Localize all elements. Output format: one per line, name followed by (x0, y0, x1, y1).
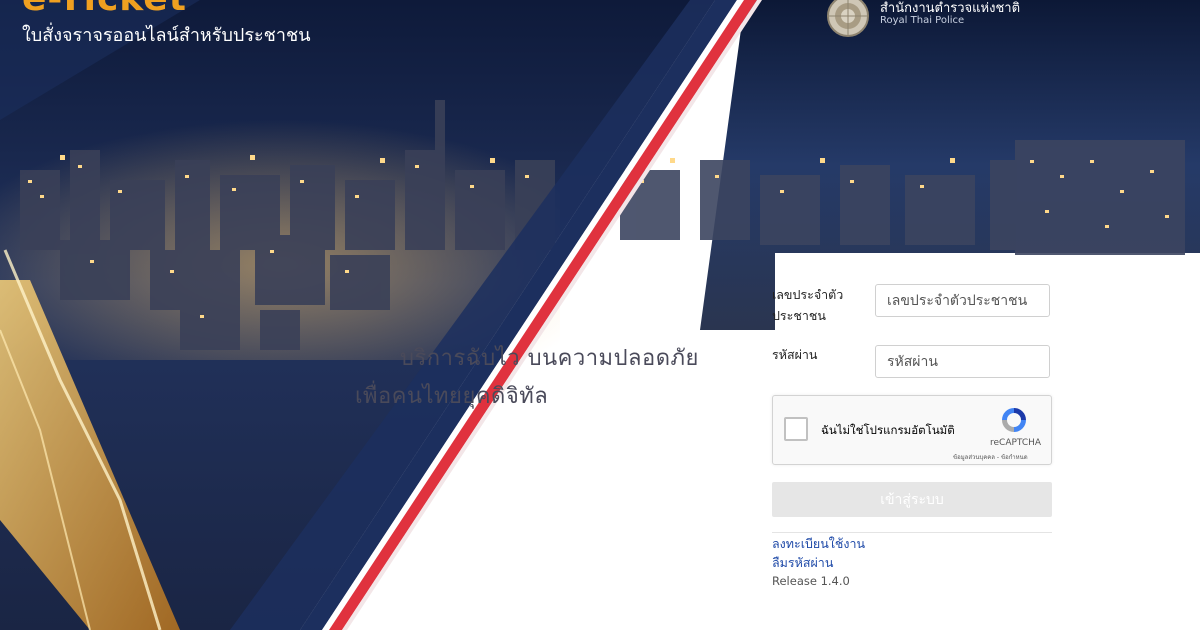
brand-title: e-Ticket (22, 0, 187, 19)
brand-subtitle: ใบสั่งจราจรออนไลน์สำหรับประชาชน (22, 25, 311, 46)
recaptcha-label: ฉันไม่ใช่โปรแกรมอัตโนมัติ (821, 423, 955, 437)
slogan-line-2: เพื่อคนไทยยุคดิจิทัล (355, 384, 549, 409)
landing-page: e-Ticket ใบสั่งจราจรออนไลน์สำหรับประชาชน… (0, 0, 1200, 630)
id-number-label: เลขประจำตัวประชาชน (772, 287, 844, 323)
login-button[interactable]: เข้าสู่ระบบ (772, 482, 1052, 517)
slogan-line-1: บริการฉับไว บนความปลอดภัย (400, 346, 699, 371)
password-label: รหัสผ่าน (772, 347, 818, 362)
recaptcha-logo-icon (1002, 408, 1026, 432)
forgot-password-link[interactable]: ลืมรหัสผ่าน (772, 553, 833, 573)
police-emblem-icon (827, 0, 869, 37)
recaptcha-widget: ฉันไม่ใช่โปรแกรมอัตโนมัติ reCAPTCHA ข้อม… (772, 395, 1052, 465)
release-version: Release 1.4.0 (772, 574, 850, 588)
recaptcha-brand: reCAPTCHA (990, 438, 1042, 448)
password-input[interactable] (875, 345, 1050, 378)
recaptcha-checkbox[interactable] (784, 417, 808, 441)
recaptcha-terms-link[interactable]: ข้อมูลส่วนบุคคล - ข้อกำหนด (953, 452, 1028, 462)
agency-name-english: Royal Thai Police (880, 15, 965, 26)
id-number-input[interactable] (875, 284, 1050, 317)
register-link[interactable]: ลงทะเบียนใช้งาน (772, 534, 865, 554)
form-divider (772, 532, 1052, 533)
